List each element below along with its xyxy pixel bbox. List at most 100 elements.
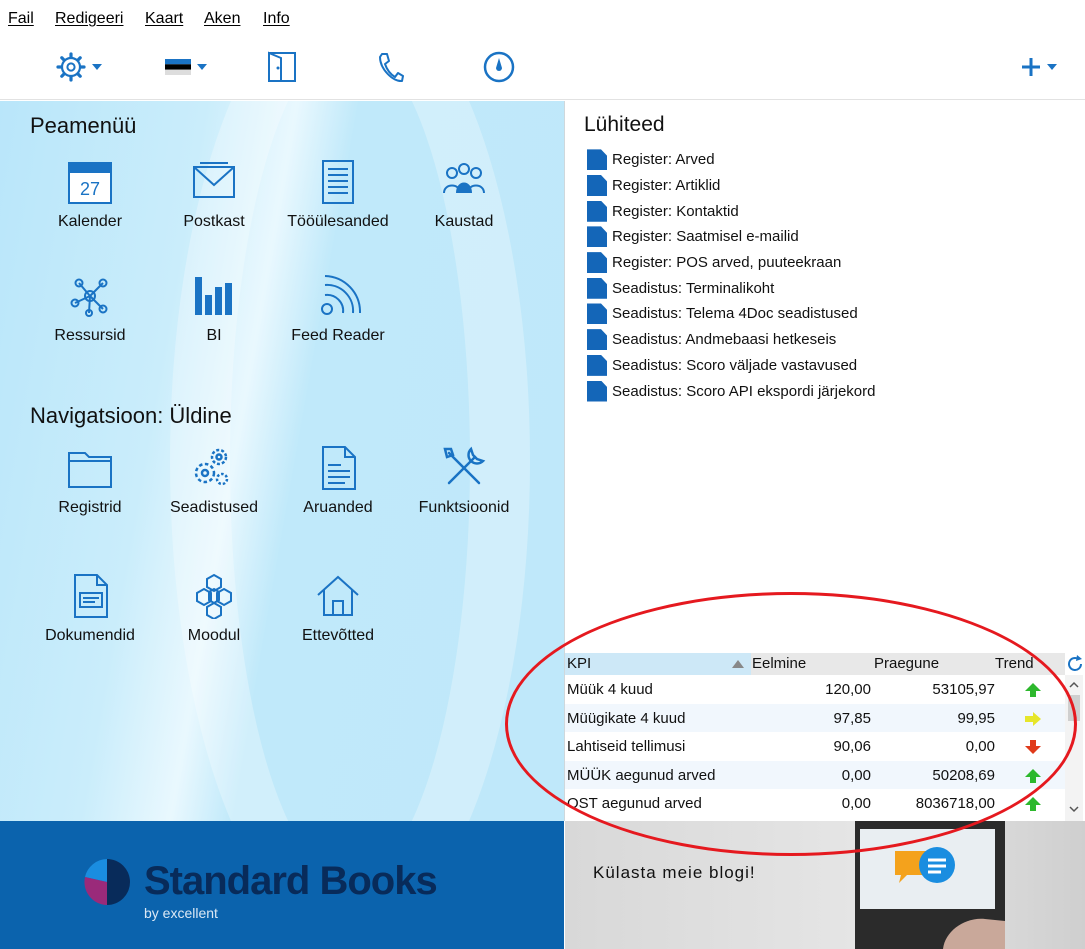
kpi-current: 53105,97	[932, 681, 995, 698]
tile-documents[interactable]: Dokumendid	[27, 573, 153, 645]
language-dropdown-button[interactable]	[158, 44, 214, 90]
tile-module[interactable]: Moodul	[151, 573, 277, 645]
main-menu-panel: Peamenüü 27 Kalender Postkast Tööülesand…	[0, 101, 564, 821]
menu-edit[interactable]: Redigeeri	[55, 10, 123, 28]
tile-label: Ettevõtted	[301, 627, 375, 644]
people-icon	[443, 163, 485, 194]
hexagons-icon	[196, 573, 232, 619]
shortcut-item[interactable]: Register: Saatmisel e-mailid	[587, 224, 875, 250]
table-row[interactable]: Müük 4 kuud 120,00 53105,97	[565, 675, 1065, 704]
brand-name: Standard Books	[144, 859, 438, 903]
tile-settings[interactable]: Seadistused	[151, 445, 277, 517]
refresh-icon[interactable]	[1066, 655, 1084, 673]
brand-banner: Standard Books by excellent	[0, 821, 564, 949]
document-icon	[74, 574, 108, 618]
mail-icon	[193, 162, 235, 198]
standard-books-logo	[84, 859, 130, 905]
brand-tagline: by excellent	[144, 905, 218, 921]
shortcut-label: Seadistus: Andmebaasi hetkeseis	[612, 331, 837, 349]
timer-button[interactable]	[478, 44, 520, 90]
network-icon	[70, 278, 108, 317]
phone-button[interactable]	[370, 44, 410, 90]
document-icon	[587, 175, 607, 197]
tile-registers[interactable]: Registrid	[27, 445, 153, 517]
tile-reports[interactable]: Aruanded	[275, 445, 401, 517]
shortcut-label: Seadistus: Scoro väljade vastavused	[612, 356, 858, 374]
shortcut-item[interactable]: Seadistus: Andmebaasi hetkeseis	[587, 327, 875, 353]
previous-column-header[interactable]: Eelmine	[752, 655, 806, 672]
door-icon	[268, 51, 296, 82]
scroll-up-icon[interactable]	[1065, 677, 1083, 693]
flag-icon	[165, 59, 191, 75]
trend-up-icon	[1025, 683, 1041, 697]
document-icon	[587, 329, 607, 351]
shortcut-item[interactable]: Register: Kontaktid	[587, 198, 875, 224]
menu-file[interactable]: Fail	[8, 10, 34, 28]
kpi-current: 99,95	[957, 709, 995, 727]
tile-folders[interactable]: Kaustad	[401, 159, 527, 231]
tile-functions[interactable]: Funktsioonid	[401, 445, 527, 517]
shortcut-label: Register: Artiklid	[612, 177, 721, 195]
blog-banner[interactable]: Külasta meie blogi!	[565, 821, 1085, 949]
shortcut-item[interactable]: Register: Artiklid	[587, 173, 875, 199]
shortcut-item[interactable]: Seadistus: Scoro API ekspordi järjekord	[587, 378, 875, 404]
document-icon	[587, 380, 607, 402]
trend-column-header[interactable]: Trend	[995, 655, 1034, 672]
kpi-name: Lahtiseid tellimusi	[567, 738, 686, 755]
tile-label: BI	[206, 327, 222, 344]
kpi-table-header: KPI Eelmine Praegune Trend	[565, 653, 1065, 675]
chevron-down-icon	[1047, 64, 1057, 70]
tile-calendar[interactable]: 27 Kalender	[27, 159, 153, 231]
tile-label: Postkast	[183, 213, 245, 230]
settings-dropdown-button[interactable]	[48, 44, 110, 90]
gears-icon	[194, 448, 229, 486]
tile-resources[interactable]: Ressursid	[27, 273, 153, 345]
tile-bi[interactable]: BI	[151, 273, 277, 345]
menu-info[interactable]: Info	[263, 10, 290, 28]
shortcut-item[interactable]: Register: POS arved, puuteekraan	[587, 250, 875, 276]
table-row[interactable]: Müügikate 4 kuud 97,85 99,95	[565, 703, 1065, 732]
shortcut-item[interactable]: Seadistus: Telema 4Doc seadistused	[587, 301, 875, 327]
table-row[interactable]: OST aegunud arved 0,00 8036718,00	[565, 789, 1065, 818]
tile-mailbox[interactable]: Postkast	[151, 159, 277, 231]
tile-companies[interactable]: Ettevõtted	[275, 573, 401, 645]
table-row[interactable]: Lahtiseid tellimusi 90,06 0,00	[565, 732, 1065, 761]
tile-tasks[interactable]: Tööülesanded	[275, 159, 401, 231]
kpi-column-header[interactable]: KPI	[565, 653, 751, 675]
scroll-down-icon[interactable]	[1065, 801, 1083, 817]
blog-link-text[interactable]: Külasta meie blogi!	[593, 863, 756, 883]
tile-label: Kalender	[57, 213, 123, 230]
kpi-current: 8036718,00	[915, 795, 995, 812]
shortcut-item[interactable]: Register: Arved	[587, 147, 875, 173]
tile-label: Tööülesanded	[287, 213, 389, 230]
menu-map[interactable]: Kaart	[145, 10, 183, 28]
trend-down-icon	[1025, 740, 1041, 754]
shortcuts-list: Register: Arved Register: Artiklid Regis…	[587, 147, 875, 404]
shortcut-item[interactable]: Seadistus: Scoro väljade vastavused	[587, 353, 875, 379]
document-icon	[587, 226, 607, 248]
chevron-down-icon	[197, 64, 207, 70]
toolbar	[0, 36, 1085, 100]
monitor-illustration	[855, 821, 1005, 949]
kpi-current: 0,00	[965, 738, 995, 755]
kpi-table-body: Müük 4 kuud 120,00 53105,97 Müügikate 4 …	[565, 675, 1065, 821]
shortcut-item[interactable]: Seadistus: Terminalikoht	[587, 275, 875, 301]
tile-label: Funktsioonid	[418, 499, 510, 516]
table-row[interactable]: MÜÜK aegunud arved 0,00 50208,69	[565, 760, 1065, 789]
kpi-previous: 120,00	[825, 681, 871, 698]
tasks-icon	[322, 160, 354, 204]
logout-button[interactable]	[262, 44, 302, 90]
navigation-title: Navigatsioon: Üldine	[30, 403, 232, 428]
add-dropdown-button[interactable]	[1016, 44, 1062, 90]
document-icon	[587, 149, 607, 171]
tile-feed-reader[interactable]: Feed Reader	[275, 273, 401, 345]
kpi-previous: 0,00	[841, 795, 871, 812]
current-column-header[interactable]: Praegune	[874, 655, 939, 672]
menu-window[interactable]: Aken	[204, 10, 240, 28]
kpi-header-label: KPI	[567, 655, 592, 672]
kpi-scrollbar[interactable]	[1065, 675, 1083, 821]
calendar-icon: 27	[68, 162, 112, 204]
tools-icon	[443, 446, 486, 485]
document-icon	[587, 277, 607, 299]
scrollbar-thumb[interactable]	[1068, 695, 1080, 721]
